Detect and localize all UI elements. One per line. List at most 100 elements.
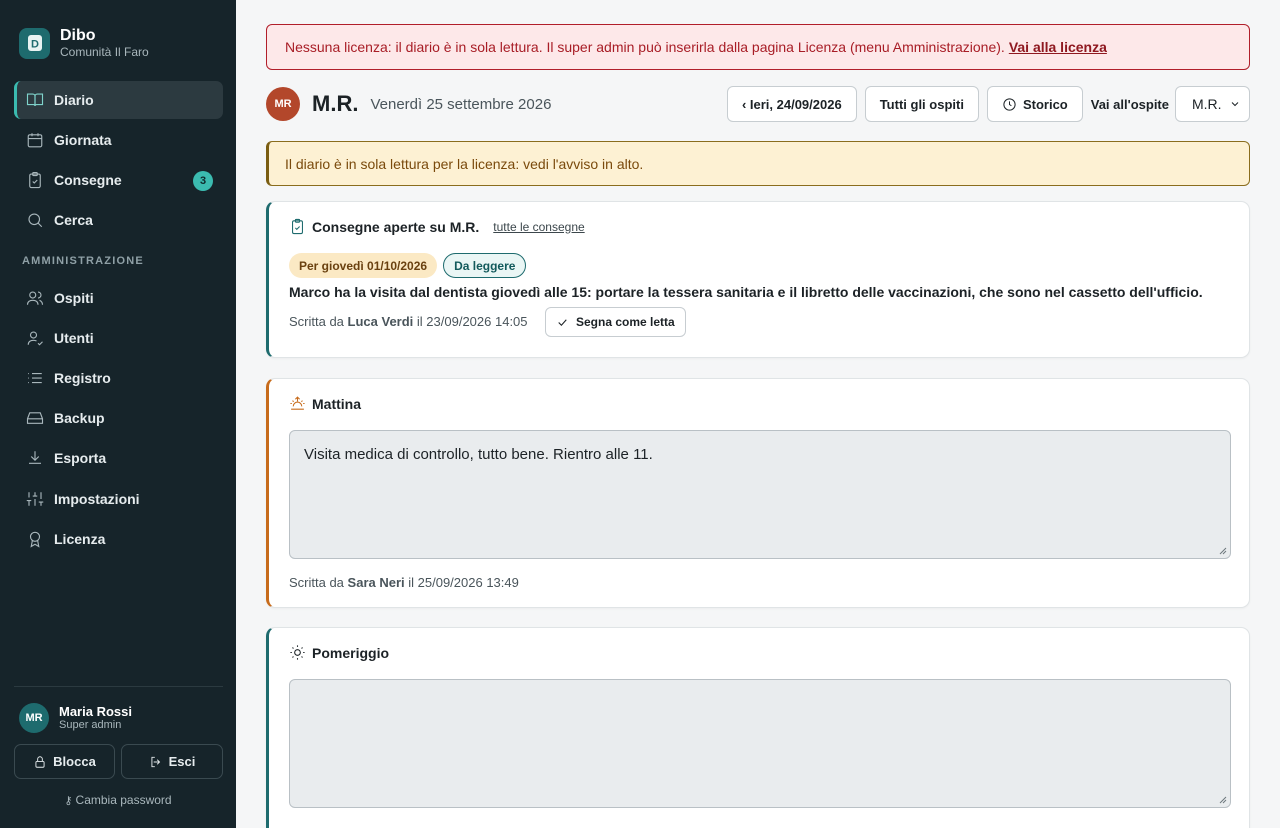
handover-card: Consegne aperte su M.R. tutte le consegn…: [266, 201, 1250, 358]
morning-card: Mattina Visita medica di controllo, tutt…: [266, 378, 1250, 608]
nav-item-label: Giornata: [54, 132, 112, 148]
resize-handle-icon[interactable]: [1219, 796, 1227, 804]
change-password-label: Cambia password: [75, 793, 172, 807]
handover-meta: Scritta da Luca Verdi il 23/09/2026 14:0…: [289, 314, 528, 329]
nav-item-label: Consegne: [54, 172, 122, 188]
morning-meta: Scritta da Sara Neri il 25/09/2026 13:49: [289, 575, 519, 590]
meta-suffix: il 23/09/2026 14:05: [416, 314, 528, 329]
readonly-alert: Il diario è in sola lettura per la licen…: [266, 141, 1250, 186]
lock-icon: [35, 755, 45, 768]
nav-item-backup[interactable]: Backup: [14, 399, 223, 437]
resize-handle-icon[interactable]: [1219, 547, 1227, 555]
nav-item-label: Esporta: [54, 450, 107, 466]
users-icon: [26, 289, 44, 307]
history-button-label: Storico: [1022, 96, 1068, 112]
afternoon-title: Pomeriggio: [289, 644, 389, 661]
nav-item-label: Cerca: [54, 212, 93, 228]
nav-item-cerca[interactable]: Cerca: [14, 201, 223, 239]
nav-item-label: Licenza: [54, 531, 106, 547]
handover-title-text: Consegne aperte su M.R.: [312, 218, 480, 235]
nav-item-label: Backup: [54, 410, 105, 426]
nav-item-utenti[interactable]: Utenti: [14, 319, 223, 357]
nav-item-diario[interactable]: Diario: [14, 81, 223, 119]
nav-item-giornata[interactable]: Giornata: [14, 121, 223, 159]
sun-icon: [290, 645, 305, 660]
nav-item-label: Utenti: [54, 330, 94, 346]
sunrise-icon: [290, 396, 305, 410]
mark-as-read-label: Segna come letta: [576, 315, 675, 329]
morning-title: Mattina: [289, 395, 361, 412]
due-date-chip: Per giovedì 01/10/2026: [289, 253, 438, 278]
download-icon: [26, 449, 44, 467]
sidebar: D Dibo Comunità Il Faro Diario Giornata …: [0, 0, 236, 828]
go-to-guest-label: Vai all'ospite: [1090, 96, 1169, 112]
nav-item-label: Ospiti: [54, 290, 94, 306]
clock-icon: [1003, 97, 1016, 111]
change-password-link[interactable]: ⚷ Cambia password: [0, 793, 236, 807]
svg-text:D: D: [31, 39, 39, 51]
diary-date: Venerdì 25 settembre 2026: [370, 95, 552, 113]
handover-title: Consegne aperte su M.R. tutte le consegn…: [289, 218, 585, 235]
lock-button-label: Blocca: [53, 754, 96, 769]
nav-item-consegne[interactable]: Consegne 3: [14, 161, 223, 199]
sliders-icon: [26, 490, 44, 508]
nav-item-esporta[interactable]: Esporta: [14, 439, 223, 477]
all-handovers-link[interactable]: tutte le consegne: [493, 220, 584, 234]
license-alert-text: Nessuna licenza: il diario è in sola let…: [285, 39, 1005, 55]
avatar: MR: [19, 703, 49, 733]
brand-subtitle: Comunità Il Faro: [60, 45, 149, 59]
key-icon: ⚷: [64, 795, 76, 807]
drive-icon: [26, 409, 44, 427]
guest-name: M.R.: [312, 91, 359, 116]
guest-select[interactable]: M.R.: [1175, 86, 1250, 122]
meta-prefix: Scritta da: [289, 314, 344, 329]
user-role: Super admin: [59, 719, 122, 731]
clipboard-icon: [26, 171, 44, 189]
handover-author: Luca Verdi: [347, 314, 414, 329]
nav-item-label: Diario: [54, 92, 94, 108]
clipboard-check-icon: [292, 218, 303, 235]
book-icon: [26, 91, 44, 109]
logout-button-label: Esci: [168, 754, 196, 769]
check-icon: [558, 318, 567, 326]
afternoon-card: Pomeriggio: [266, 627, 1250, 828]
list-icon: [26, 369, 44, 387]
brand-name: Dibo: [60, 27, 96, 44]
handover-text: Marco ha la visita dal dentista giovedì …: [289, 284, 1203, 300]
guest-avatar: MR: [266, 87, 300, 121]
logout-button[interactable]: Esci: [121, 744, 223, 779]
morning-title-text: Mattina: [312, 395, 361, 412]
history-button[interactable]: Storico: [986, 86, 1083, 122]
brand-logo-icon: D: [19, 27, 50, 59]
nav-item-licenza[interactable]: Licenza: [14, 520, 223, 558]
user-name: Maria Rossi: [59, 704, 132, 719]
consegne-count-badge: 3: [193, 171, 213, 191]
user-check-icon: [26, 329, 44, 347]
guest-select-value: M.R.: [1192, 96, 1222, 112]
morning-text: Visita medica di controllo, tutto bene. …: [304, 446, 653, 463]
logout-icon: [151, 756, 160, 767]
sidebar-divider: [14, 686, 223, 687]
morning-textarea[interactable]: Visita medica di controllo, tutto bene. …: [289, 430, 1231, 559]
admin-section-label: AMMINISTRAZIONE: [22, 255, 144, 267]
morning-author: Sara Neri: [347, 575, 405, 590]
meta-suffix: il 25/09/2026 13:49: [408, 575, 519, 590]
license-alert: Nessuna licenza: il diario è in sola let…: [266, 24, 1250, 70]
nav-item-registro[interactable]: Registro: [14, 359, 223, 397]
meta-prefix: Scritta da: [289, 575, 344, 590]
search-icon: [26, 211, 44, 229]
nav-item-label: Registro: [54, 370, 111, 386]
nav-item-label: Impostazioni: [54, 491, 140, 507]
afternoon-textarea[interactable]: [289, 679, 1231, 808]
calendar-icon: [26, 131, 44, 149]
lock-button[interactable]: Blocca: [14, 744, 115, 779]
all-guests-button[interactable]: Tutti gli ospiti: [864, 86, 979, 122]
nav-item-impostazioni[interactable]: Impostazioni: [14, 480, 223, 518]
license-link[interactable]: Vai alla licenza: [1009, 39, 1107, 55]
brand[interactable]: D Dibo Comunità Il Faro: [19, 27, 149, 59]
previous-day-button[interactable]: ‹ Ieri, 24/09/2026: [726, 86, 857, 122]
nav-item-ospiti[interactable]: Ospiti: [14, 279, 223, 317]
award-icon: [26, 530, 44, 548]
mark-as-read-button[interactable]: Segna come letta: [545, 307, 686, 337]
status-badge: Da leggere: [443, 253, 527, 278]
